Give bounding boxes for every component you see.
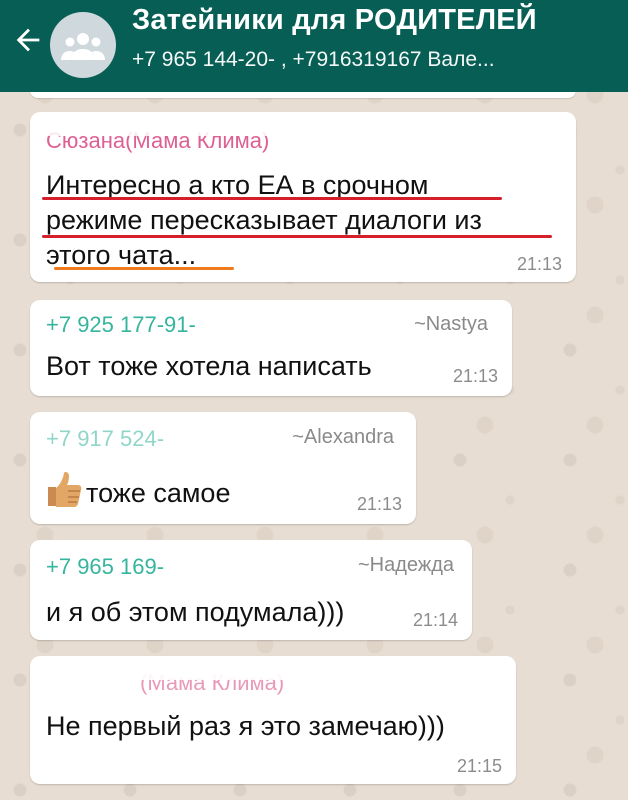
message-time: 21:13	[516, 254, 562, 274]
chat-participants[interactable]: +7 965 144-20- , +7916319167 Вале...	[132, 48, 495, 72]
back-button[interactable]	[8, 20, 48, 60]
message-time: 21:15	[456, 756, 502, 776]
sender-phone: +7 965 169-	[46, 554, 165, 579]
sender-phone: +7 917 524-	[46, 426, 165, 451]
sender-alias: ~Nastya	[414, 313, 488, 335]
chat-header[interactable]: Затейники для РОДИТЕЛЕЙ +7 965 144-20- ,…	[0, 0, 628, 92]
message-bubble[interactable]: Сюзана(Мама Клима) Интересно а кто ЕА в …	[30, 112, 576, 282]
message-time: 21:13	[356, 494, 402, 514]
chat-title[interactable]: Затейники для РОДИТЕЛЕЙ	[132, 4, 537, 37]
thumbs-up-icon	[44, 470, 84, 508]
message-text: Вот тоже хотела написать	[46, 351, 372, 381]
message-text: тоже самое	[44, 470, 230, 511]
sender-phone: +7 925 177-91-	[46, 312, 196, 337]
highlight-underline	[54, 267, 234, 270]
message-bubble[interactable]: (Мама Клима) Не первый раз я это замечаю…	[30, 656, 516, 784]
arrow-left-icon	[16, 28, 40, 52]
message-text: и я об этом подумала)))	[46, 597, 345, 627]
group-avatar[interactable]	[50, 12, 116, 78]
highlight-underline	[42, 197, 502, 200]
sender-alias: ~Alexandra	[292, 426, 394, 448]
redaction	[40, 664, 360, 680]
message-text-content: тоже самое	[86, 478, 231, 508]
redaction	[40, 122, 360, 136]
message-time: 21:13	[452, 366, 498, 386]
message-text: Не первый раз я это замечаю)))	[46, 711, 445, 741]
message-time: 21:14	[412, 610, 458, 630]
message-bubble[interactable]: +7 965 169- ~Надежда и я об этом подумал…	[30, 540, 472, 640]
message-bubble[interactable]: +7 917 524- ~Alexandra тоже самое 21:13	[30, 412, 416, 524]
group-avatar-icon	[61, 33, 105, 60]
highlight-underline	[42, 235, 552, 238]
message-line: режиме пересказывает диалоги из	[46, 205, 482, 235]
sender-alias: ~Надежда	[358, 554, 454, 576]
message-bubble[interactable]: +7 925 177-91- ~Nastya Вот тоже хотела н…	[30, 300, 512, 396]
